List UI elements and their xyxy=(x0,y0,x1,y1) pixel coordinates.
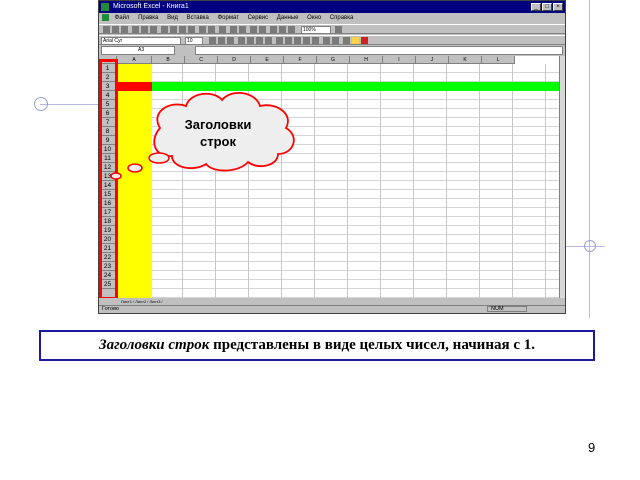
function-icon[interactable] xyxy=(239,26,246,33)
column-header-k[interactable]: K xyxy=(449,56,482,64)
column-header-l[interactable]: L xyxy=(482,56,515,64)
highlight-column-a xyxy=(117,64,152,298)
title-bar: Microsoft Excel - Книга1 _ □ × xyxy=(99,1,565,13)
column-header-f[interactable]: F xyxy=(284,56,317,64)
caption-emphasis: Заголовки строк xyxy=(99,337,210,353)
column-header-h[interactable]: H xyxy=(350,56,383,64)
font-name-select[interactable]: Arial Cyr xyxy=(101,37,181,45)
highlight-cell-a3 xyxy=(117,82,152,91)
standard-toolbar: 100% xyxy=(99,24,565,34)
print-icon[interactable] xyxy=(132,26,139,33)
status-ready: Готово xyxy=(102,306,119,312)
callout-line-2: строк xyxy=(200,134,236,149)
column-header-d[interactable]: D xyxy=(218,56,251,64)
vertical-scrollbar[interactable] xyxy=(559,56,565,298)
font-size-select[interactable]: 10 xyxy=(185,37,203,45)
column-header-i[interactable]: I xyxy=(383,56,416,64)
percent-icon[interactable] xyxy=(285,37,292,44)
align-right-icon[interactable] xyxy=(256,37,263,44)
redo-icon[interactable] xyxy=(208,26,215,33)
preview-icon[interactable] xyxy=(141,26,148,33)
sort-ascending-icon[interactable] xyxy=(250,26,257,33)
decor-vertical-line xyxy=(589,0,590,318)
highlight-row-3 xyxy=(152,82,559,91)
menu-item-data[interactable]: Данные xyxy=(277,13,299,24)
currency-icon[interactable] xyxy=(276,37,283,44)
open-icon[interactable] xyxy=(112,26,119,33)
decor-horizontal-line xyxy=(40,104,105,105)
sort-descending-icon[interactable] xyxy=(259,26,266,33)
column-header-g[interactable]: G xyxy=(317,56,350,64)
align-left-icon[interactable] xyxy=(238,37,245,44)
cell-gridlines xyxy=(117,64,559,298)
autosum-icon[interactable] xyxy=(230,26,237,33)
page-number: 9 xyxy=(588,440,596,455)
close-icon[interactable]: × xyxy=(553,3,563,11)
hyperlink-icon[interactable] xyxy=(219,26,226,33)
row-headers-frame xyxy=(99,59,118,298)
borders-icon[interactable] xyxy=(343,37,350,44)
menu-item-tools[interactable]: Сервис xyxy=(248,13,269,24)
column-header-e[interactable]: E xyxy=(251,56,284,64)
increase-decimal-icon[interactable] xyxy=(303,37,310,44)
bold-icon[interactable] xyxy=(209,37,216,44)
status-bar: Готово NUM xyxy=(99,305,565,313)
new-icon[interactable] xyxy=(103,26,110,33)
paste-icon[interactable] xyxy=(179,26,186,33)
menu-item-insert[interactable]: Вставка xyxy=(187,13,209,24)
comma-style-icon[interactable] xyxy=(294,37,301,44)
menu-item-view[interactable]: Вид xyxy=(167,13,178,24)
office-assistant-icon[interactable] xyxy=(335,26,342,33)
decrease-indent-icon[interactable] xyxy=(323,37,330,44)
increase-indent-icon[interactable] xyxy=(332,37,339,44)
menu-item-help[interactable]: Справка xyxy=(330,13,354,24)
decor-circle-right xyxy=(584,240,596,252)
menu-item-window[interactable]: Окно xyxy=(307,13,321,24)
align-center-icon[interactable] xyxy=(247,37,254,44)
caption-text: представлены в виде целых чисел, начиная… xyxy=(209,337,535,353)
column-header-c[interactable]: C xyxy=(185,56,218,64)
undo-icon[interactable] xyxy=(199,26,206,33)
merge-center-icon[interactable] xyxy=(265,37,272,44)
map-icon[interactable] xyxy=(279,26,286,33)
formula-bar[interactable] xyxy=(195,46,563,55)
formula-row: A3 xyxy=(99,46,565,55)
fill-color-icon[interactable] xyxy=(352,37,359,44)
callout-line-1: Заголовки xyxy=(184,117,252,132)
column-header-j[interactable]: J xyxy=(416,56,449,64)
copy-icon[interactable] xyxy=(170,26,177,33)
drawing-icon[interactable] xyxy=(288,26,295,33)
excel-app-icon xyxy=(101,3,109,11)
menu-item-edit[interactable]: Правка xyxy=(138,13,158,24)
sheet-tabs: Лист1 / Лист2 / Лист3 / xyxy=(99,298,565,305)
caption-box: Заголовки строк представлены в виде целы… xyxy=(39,330,595,361)
formatting-toolbar: Arial Cyr 10 xyxy=(99,35,565,45)
save-icon[interactable] xyxy=(121,26,128,33)
chart-wizard-icon[interactable] xyxy=(270,26,277,33)
status-num: NUM xyxy=(487,306,527,312)
menu-item-file[interactable]: Файл xyxy=(115,13,130,24)
menu-bar: Файл Правка Вид Вставка Формат Сервис Да… xyxy=(99,13,565,24)
format-painter-icon[interactable] xyxy=(188,26,195,33)
maximize-icon[interactable]: □ xyxy=(542,3,552,11)
excel-window: Microsoft Excel - Книга1 _ □ × Файл Прав… xyxy=(98,0,566,314)
zoom-select[interactable]: 100% xyxy=(301,26,331,34)
decrease-decimal-icon[interactable] xyxy=(312,37,319,44)
cut-icon[interactable] xyxy=(161,26,168,33)
callout-text: Заголовки строк xyxy=(168,116,268,150)
italic-icon[interactable] xyxy=(218,37,225,44)
name-box[interactable]: A3 xyxy=(101,46,175,55)
spelling-icon[interactable] xyxy=(150,26,157,33)
worksheet-grid[interactable]: ABCDEFGHIJKL 1 2 3 4 5 6 7 8 9 10 11 12 13 14 15 16 17 18… xyxy=(99,56,559,298)
decor-circle xyxy=(34,97,48,111)
column-header-a[interactable]: A xyxy=(117,56,152,64)
document-icon[interactable] xyxy=(102,13,109,21)
font-color-icon[interactable] xyxy=(361,37,368,44)
window-title: Microsoft Excel - Книга1 xyxy=(113,3,189,10)
underline-icon[interactable] xyxy=(227,37,234,44)
sheet-tab-list[interactable]: Лист1 / Лист2 / Лист3 / xyxy=(121,299,163,304)
minimize-icon[interactable]: _ xyxy=(531,3,541,11)
column-header-b[interactable]: B xyxy=(152,56,185,64)
menu-item-format[interactable]: Формат xyxy=(218,13,239,24)
